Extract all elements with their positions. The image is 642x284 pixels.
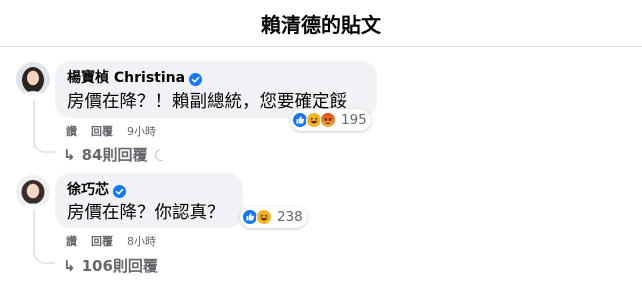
comment-bubble: 徐巧芯 房價在降？你認真？ [55,173,243,228]
reply-connector [33,249,55,264]
haha-icon [256,208,273,226]
comment-author-row: 楊寶楨 Christina [67,67,203,87]
reply-arrow-icon: ↳ [63,145,76,164]
replies-count-label: 106則回覆 [81,257,158,275]
loading-spinner-icon [153,146,170,163]
comment-timestamp[interactable]: 8小時 [127,233,156,249]
verified-badge-icon [189,71,203,86]
reply-button[interactable]: 回覆 [91,123,113,139]
verified-badge-icon [113,183,126,198]
avatar-photo [16,62,50,96]
comment-actions: 讚 回覆 8小時 [66,233,156,249]
reaction-summary[interactable]: 195 [290,109,371,131]
comment-author-row: 徐巧芯 [67,179,126,199]
avatar[interactable] [16,62,50,96]
reply-arrow-icon: ↳ [63,256,76,275]
view-replies-link[interactable]: ↳ 84則回覆 [63,144,170,165]
comment-text: 房價在降？你認真？ [67,203,225,223]
comment-author[interactable]: 徐巧芯 [67,179,109,199]
comment-actions: 讚 回覆 9小時 [66,123,156,139]
like-button[interactable]: 讚 [66,233,77,249]
angry-icon [320,111,337,129]
comment-timestamp[interactable]: 9小時 [127,123,156,139]
reaction-count: 195 [341,112,367,128]
avatar[interactable] [16,175,50,209]
post-header: 賴清德的貼文 [0,0,642,47]
view-replies-link[interactable]: ↳ 106則回覆 [63,255,158,276]
avatar-photo [16,175,50,209]
reaction-count: 238 [277,209,303,225]
comment-author[interactable]: 楊寶楨 Christina [67,67,185,87]
reaction-summary[interactable]: 238 [240,206,307,228]
like-button[interactable]: 讚 [66,123,77,139]
page-title: 賴清德的貼文 [261,13,381,37]
reply-button[interactable]: 回覆 [91,233,113,249]
reply-connector [33,140,55,153]
replies-count-label: 84則回覆 [81,146,148,164]
